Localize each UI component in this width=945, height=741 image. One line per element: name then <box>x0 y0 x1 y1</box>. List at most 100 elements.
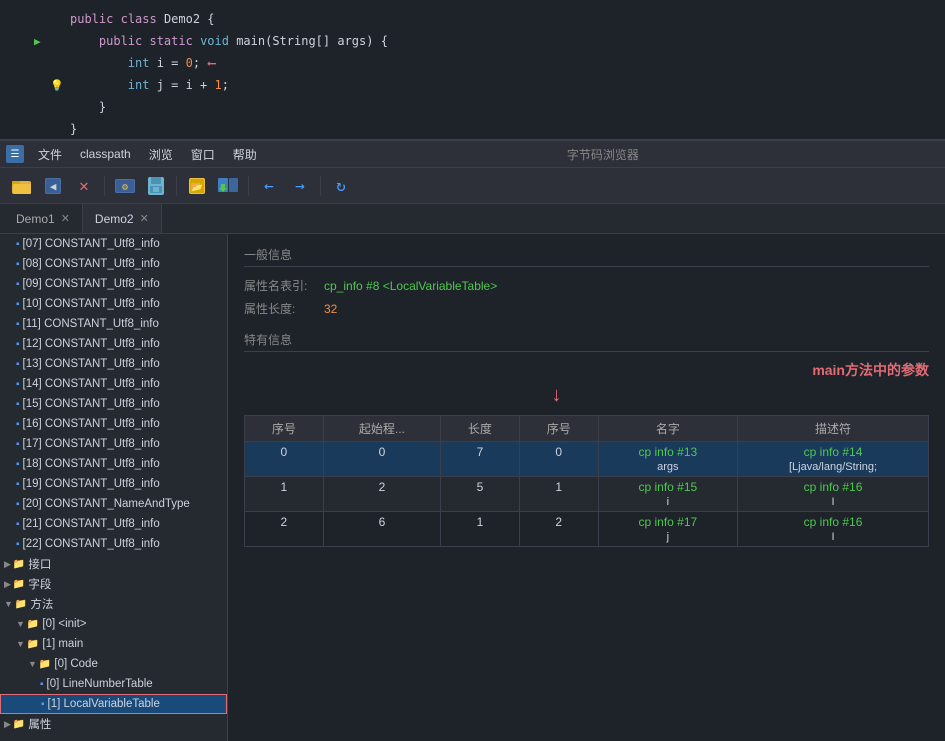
expand-icon-code: ▼ <box>28 659 37 669</box>
main-area: ▪ [07] CONSTANT_Utf8_info ▪ [08] CONSTAN… <box>0 234 945 741</box>
sidebar-item-s18[interactable]: ▪ [18] CONSTANT_Utf8_info <box>0 454 227 474</box>
sidebar-item-s20[interactable]: ▪ [20] CONSTANT_NameAndType <box>0 494 227 514</box>
menu-classpath[interactable]: classpath <box>72 145 139 163</box>
cell-name-0: cp info #13 args <box>598 442 738 477</box>
expand-icon-field: ▶ <box>4 579 11 590</box>
code-line-3: int i = 0;⟵ <box>0 52 945 74</box>
sidebar-label-interface: 接口 <box>28 556 51 572</box>
desc-sub-0: [Ljava/lang/String; <box>789 461 877 473</box>
file-icon: ▪ <box>16 439 20 450</box>
cell-seq-2: 2 <box>245 512 324 547</box>
table-row: 0 0 7 0 cp info #13 args cp info #14 [Lj… <box>245 442 929 477</box>
nav-forward-button[interactable]: → <box>286 173 314 199</box>
export-button[interactable] <box>214 173 242 199</box>
desc-link-1[interactable]: cp info #16 <box>748 480 918 494</box>
sidebar-item-s08[interactable]: ▪ [08] CONSTANT_Utf8_info <box>0 254 227 274</box>
file-icon: ▪ <box>16 259 20 270</box>
menu-window[interactable]: 窗口 <box>183 144 223 165</box>
attr-name-value[interactable]: cp_info #8 <LocalVariableTable> <box>324 279 497 293</box>
line-content-5: } <box>66 100 945 114</box>
sidebar-item-s07[interactable]: ▪ [07] CONSTANT_Utf8_info <box>0 234 227 254</box>
sidebar-label-s20: [20] CONSTANT_NameAndType <box>23 498 190 510</box>
sidebar-label-s16: [16] CONSTANT_Utf8_info <box>23 418 160 430</box>
sidebar-label-s18: [18] CONSTANT_Utf8_info <box>23 458 160 470</box>
sidebar-label-s13: [13] CONSTANT_Utf8_info <box>23 358 160 370</box>
code-line-4: 💡 int j = i + 1; <box>0 74 945 96</box>
sidebar-item-s15[interactable]: ▪ [15] CONSTANT_Utf8_info <box>0 394 227 414</box>
name-link-2[interactable]: cp info #17 <box>609 515 728 529</box>
file-icon: ▪ <box>16 379 20 390</box>
sidebar-item-main[interactable]: ▼ 📁 [1] main <box>0 634 227 654</box>
sidebar-item-s12[interactable]: ▪ [12] CONSTANT_Utf8_info <box>0 334 227 354</box>
sidebar-item-init[interactable]: ▼ 📁 [0] <init> <box>0 614 227 634</box>
import-button[interactable]: 📂 <box>183 173 211 199</box>
sidebar-item-s13[interactable]: ▪ [13] CONSTANT_Utf8_info <box>0 354 227 374</box>
open-folder-button[interactable] <box>8 173 36 199</box>
attr-len-value: 32 <box>324 302 337 316</box>
sidebar-item-code[interactable]: ▼ 📁 [0] Code <box>0 654 227 674</box>
sidebar-item-method[interactable]: ▼ 📁 方法 <box>0 594 227 614</box>
tab-demo1-close[interactable]: ✕ <box>61 212 70 225</box>
attr-name-label: 属性名表引: <box>244 277 324 294</box>
app-icon: ☰ <box>6 145 24 163</box>
cell-len-2: 1 <box>441 512 520 547</box>
col-len: 长度 <box>441 416 520 442</box>
file-icon-linenumber: ▪ <box>40 679 44 690</box>
refresh-button[interactable]: ↻ <box>327 173 355 199</box>
sidebar-item-s16[interactable]: ▪ [16] CONSTANT_Utf8_info <box>0 414 227 434</box>
name-link-1[interactable]: cp info #15 <box>609 480 728 494</box>
special-info-title: 特有信息 <box>244 331 929 352</box>
folder-icon-main: 📁 <box>27 639 39 650</box>
cell-start-1: 2 <box>323 477 440 512</box>
table-row: 2 6 1 2 cp info #17 j cp info #16 I <box>245 512 929 547</box>
desc-sub-2: I <box>832 531 835 543</box>
sidebar-item-s22[interactable]: ▪ [22] CONSTANT_Utf8_info <box>0 534 227 554</box>
sidebar-item-s14[interactable]: ▪ [14] CONSTANT_Utf8_info <box>0 374 227 394</box>
sidebar-item-localvariable[interactable]: ▪ [1] LocalVariableTable <box>0 694 227 714</box>
sidebar-label-s12: [12] CONSTANT_Utf8_info <box>23 338 160 350</box>
sidebar-item-s19[interactable]: ▪ [19] CONSTANT_Utf8_info <box>0 474 227 494</box>
tab-demo1-label: Demo1 <box>16 212 55 226</box>
folder-icon-interface: 📁 <box>13 559 25 570</box>
close-button[interactable]: ✕ <box>70 173 98 199</box>
sidebar-item-s09[interactable]: ▪ [09] CONSTANT_Utf8_info <box>0 274 227 294</box>
sidebar-item-s17[interactable]: ▪ [17] CONSTANT_Utf8_info <box>0 434 227 454</box>
right-panel: 一般信息 属性名表引: cp_info #8 <LocalVariableTab… <box>228 234 945 741</box>
sidebar-label-s15: [15] CONSTANT_Utf8_info <box>23 398 160 410</box>
file-icon: ▪ <box>16 519 20 530</box>
expand-icon-method: ▼ <box>4 599 13 609</box>
folder-icon-init: 📁 <box>27 619 39 630</box>
menu-browse[interactable]: 浏览 <box>141 144 181 165</box>
desc-link-0[interactable]: cp info #14 <box>748 445 918 459</box>
name-link-0[interactable]: cp info #13 <box>609 445 728 459</box>
col-seq: 序号 <box>245 416 324 442</box>
desc-link-2[interactable]: cp info #16 <box>748 515 918 529</box>
sidebar-item-s21[interactable]: ▪ [21] CONSTANT_Utf8_info <box>0 514 227 534</box>
sidebar-label-s19: [19] CONSTANT_Utf8_info <box>23 478 160 490</box>
save-button[interactable] <box>142 173 170 199</box>
line-content-2: public static void main(String[] args) { <box>66 34 945 48</box>
nav-back-button[interactable]: ← <box>255 173 283 199</box>
sidebar-item-linenumber[interactable]: ▪ [0] LineNumberTable <box>0 674 227 694</box>
line-content-3: int i = 0;⟵ <box>66 56 945 70</box>
menu-help[interactable]: 帮助 <box>225 144 265 165</box>
menu-file[interactable]: 文件 <box>30 144 70 165</box>
line-content-6: } <box>66 122 945 136</box>
cell-desc-0: cp info #14 [Ljava/lang/String; <box>738 442 929 477</box>
compile1-button[interactable]: ⚙ <box>111 173 139 199</box>
code-line-1: public class Demo2 { <box>0 8 945 30</box>
file-icon: ▪ <box>16 319 20 330</box>
sidebar-item-s11[interactable]: ▪ [11] CONSTANT_Utf8_info <box>0 314 227 334</box>
sidebar-item-interface[interactable]: ▶ 📁 接口 <box>0 554 227 574</box>
back-button[interactable]: ◀ <box>39 173 67 199</box>
sidebar-item-property[interactable]: ▶ 📁 属性 <box>0 714 227 734</box>
sidebar-label-s09: [09] CONSTANT_Utf8_info <box>23 278 160 290</box>
tab-demo2[interactable]: Demo2 ✕ <box>83 204 162 233</box>
tab-demo1[interactable]: Demo1 ✕ <box>4 204 83 233</box>
attr-len-label: 属性长度: <box>244 300 324 317</box>
sidebar-item-field[interactable]: ▶ 📁 字段 <box>0 574 227 594</box>
tab-demo2-close[interactable]: ✕ <box>140 212 149 225</box>
desc-sub-1: I <box>832 496 835 508</box>
sidebar-item-s10[interactable]: ▪ [10] CONSTANT_Utf8_info <box>0 294 227 314</box>
file-icon: ▪ <box>16 239 20 250</box>
